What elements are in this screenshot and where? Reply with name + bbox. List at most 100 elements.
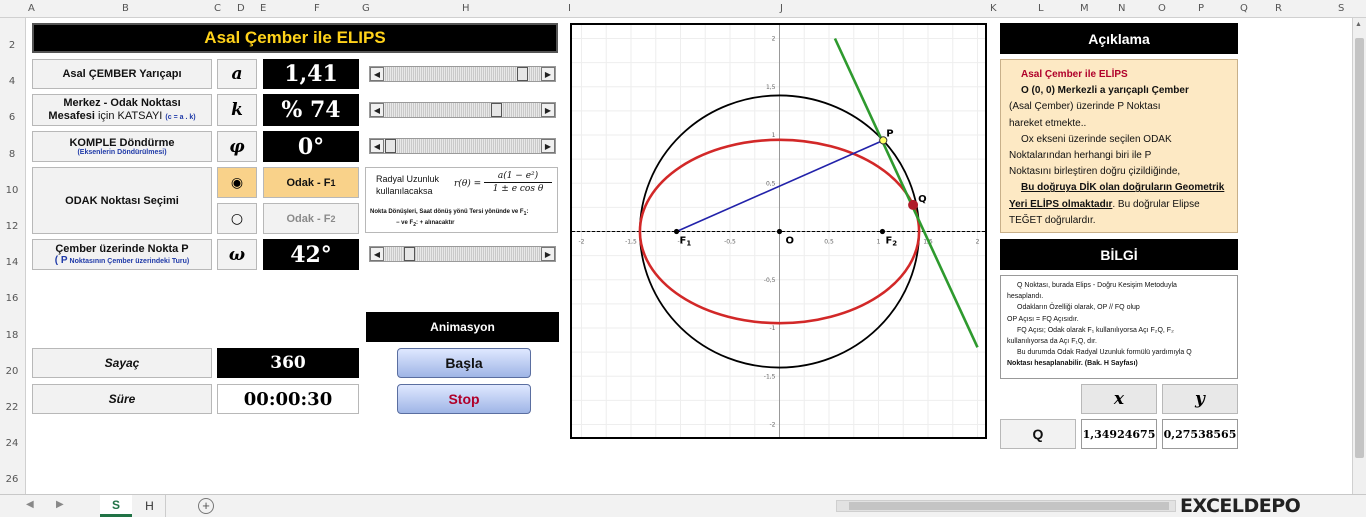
vertical-scrollbar[interactable]: ▲ — [1352, 18, 1366, 494]
column-letter[interactable]: S — [1338, 3, 1344, 14]
column-letter[interactable]: R — [1275, 3, 1282, 14]
add-sheet-icon[interactable]: + — [198, 498, 214, 514]
focus2-radio[interactable]: ○ — [217, 203, 257, 234]
y-tick-label: -0,5 — [764, 277, 776, 284]
row-number[interactable]: 14 — [0, 257, 24, 268]
column-letter[interactable]: D — [237, 3, 245, 14]
chart-frame: -2-1,5-1-0,50,511,5221,510,5-0,5-1-1,5-2… — [570, 23, 987, 439]
column-letter[interactable]: P — [1198, 3, 1204, 14]
column-letter[interactable]: H — [462, 3, 470, 14]
scroll-up-icon[interactable]: ▲ — [1355, 21, 1364, 33]
y-tick-label: 1 — [772, 132, 776, 139]
q-y-value: 0,27538565 — [1162, 419, 1238, 449]
omega-value: 42° — [263, 239, 359, 270]
row-header-bar: 2 4 6 8 10 12 14 16 18 20 22 24 26 — [0, 18, 26, 494]
slider-thumb[interactable] — [490, 103, 502, 117]
bilgi-line: hesaplandı. — [1007, 293, 1044, 301]
formula-box: Radyal Uzunluk kullanılacaksa r(θ) = a(1 … — [365, 167, 558, 233]
slider-left-icon[interactable]: ◀ — [370, 103, 384, 117]
bilgi-line: Bu durumda Odak Radyal Uzunluk formülü y… — [1017, 349, 1192, 357]
row-number[interactable]: 12 — [0, 221, 24, 232]
column-letter[interactable]: M — [1080, 3, 1089, 14]
y-tick-label: 0,5 — [766, 180, 776, 187]
column-letter[interactable]: O — [1158, 3, 1166, 14]
page-title: Asal Çember ile ELIPS — [32, 23, 558, 53]
slider-left-icon[interactable]: ◀ — [370, 247, 384, 261]
x-tick-label: -0,5 — [724, 239, 736, 246]
row-number[interactable]: 22 — [0, 402, 24, 413]
tab-s[interactable]: S — [100, 495, 132, 517]
bilgi-line: FQ Açısı; Odak olarak F₁ kullanılıyorsa … — [1017, 326, 1174, 334]
column-letter[interactable]: G — [362, 3, 370, 14]
radius-label: Asal ÇEMBER Yarıçapı — [32, 59, 212, 89]
brand-logo: EXCELDEPO — [1180, 495, 1301, 517]
column-letter[interactable]: C — [214, 3, 221, 14]
point-label-f2: F2 — [885, 236, 897, 248]
focus-ratio-value: % 74 — [263, 94, 359, 126]
hscroll-thumb[interactable] — [849, 502, 1169, 510]
bilgi-header: BİLGİ — [1000, 239, 1238, 270]
slider-right-icon[interactable]: ▶ — [541, 67, 555, 81]
row-number[interactable]: 4 — [0, 76, 24, 87]
column-letter[interactable]: E — [260, 3, 266, 14]
start-button[interactable]: Başla — [397, 348, 531, 378]
x-tick-label: -2 — [579, 239, 585, 246]
focus2-option[interactable]: Odak - F2 — [263, 203, 359, 234]
bilgi-line: kullanılıyorsa da Açı F₁Q, dır. — [1007, 338, 1097, 346]
slider-thumb[interactable] — [385, 139, 396, 153]
column-letter[interactable]: B — [122, 3, 129, 14]
horizontal-scrollbar[interactable] — [836, 500, 1176, 512]
row-number[interactable]: 16 — [0, 293, 24, 304]
row-number[interactable]: 18 — [0, 330, 24, 341]
rotation-slider[interactable]: ◀ ▶ — [369, 138, 556, 154]
tab-prev-icon[interactable]: ◀ — [26, 499, 34, 510]
column-letter[interactable]: J — [780, 3, 783, 14]
column-letter[interactable]: L — [1038, 3, 1044, 14]
slider-right-icon[interactable]: ▶ — [541, 139, 555, 153]
focus1-radio[interactable]: ◉ — [217, 167, 257, 198]
counter-value: 360 — [217, 348, 359, 378]
row-number[interactable]: 10 — [0, 185, 24, 196]
focus-ratio-slider[interactable]: ◀ ▶ — [369, 102, 556, 118]
animation-header: Animasyon — [366, 312, 559, 342]
y-header: y — [1162, 384, 1238, 414]
y-tick-label: -1 — [770, 325, 776, 332]
scroll-thumb[interactable] — [1355, 38, 1364, 458]
column-letter[interactable]: K — [990, 3, 997, 14]
slider-left-icon[interactable]: ◀ — [370, 139, 384, 153]
stop-button[interactable]: Stop — [397, 384, 531, 414]
y-tick-label: -2 — [770, 422, 776, 429]
row-number[interactable]: 2 — [0, 40, 24, 51]
radius-slider[interactable]: ◀ ▶ — [369, 66, 556, 82]
point-label-q: Q — [918, 194, 927, 205]
column-letter[interactable]: Q — [1240, 3, 1248, 14]
slider-right-icon[interactable]: ▶ — [541, 247, 555, 261]
tab-h[interactable]: H — [134, 495, 166, 517]
counter-label: Sayaç — [32, 348, 212, 378]
row-number[interactable]: 8 — [0, 149, 24, 160]
bilgi-line: Q Noktası, burada Elips - Doğru Kesişim … — [1017, 282, 1177, 289]
column-header-bar: A B C D E F G H I J K L M N O P Q R S — [0, 0, 1366, 18]
column-letter[interactable]: N — [1118, 3, 1125, 14]
focus1-option[interactable]: Odak - F1 — [263, 167, 359, 198]
slider-right-icon[interactable]: ▶ — [541, 103, 555, 117]
slider-thumb[interactable] — [403, 247, 415, 261]
row-number[interactable]: 24 — [0, 438, 24, 449]
column-letter[interactable]: I — [568, 3, 571, 14]
point-q — [908, 199, 919, 210]
tab-next-icon[interactable]: ▶ — [56, 499, 64, 510]
row-number[interactable]: 26 — [0, 474, 24, 485]
focus-select-label: ODAK Noktası Seçimi — [32, 167, 212, 234]
omega-slider[interactable]: ◀ ▶ — [369, 246, 556, 262]
q-x-value: 1,34924675 — [1081, 419, 1157, 449]
column-letter[interactable]: A — [28, 3, 35, 14]
point-label-o: O — [786, 236, 795, 247]
row-number[interactable]: 20 — [0, 366, 24, 377]
slider-left-icon[interactable]: ◀ — [370, 67, 384, 81]
aciklama-box: Asal Çember ile ELİPS O (0, 0) Merkezli … — [1000, 59, 1238, 233]
row-number[interactable]: 6 — [0, 112, 24, 123]
column-letter[interactable]: F — [314, 3, 320, 14]
slider-thumb[interactable] — [516, 67, 528, 81]
point-f1 — [673, 228, 680, 235]
bilgi-line: Noktası hesaplanabilir. (Bak. H Sayfası) — [1007, 360, 1138, 368]
